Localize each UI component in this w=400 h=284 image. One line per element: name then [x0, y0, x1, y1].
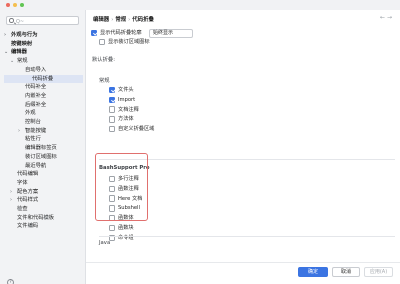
sidebar-item-label: 编辑器	[11, 49, 27, 56]
outline-mode-select[interactable]: 始终显示	[149, 28, 193, 38]
back-forward-arrows-icon[interactable]: ← →	[380, 14, 392, 21]
sidebar-item-label: 外观与行为	[11, 32, 38, 38]
help-button[interactable]: ?	[7, 279, 14, 284]
fold-option-checkbox[interactable]	[109, 106, 116, 113]
close-window-button[interactable]	[6, 3, 11, 8]
section-divider	[99, 236, 395, 237]
sidebar-item[interactable]: 字体	[10, 179, 28, 187]
sidebar-item[interactable]: › 配色方案	[10, 188, 38, 196]
sidebar-item[interactable]: 自动导入	[18, 66, 46, 74]
sidebar-item-label: 代码补全	[25, 84, 47, 91]
sidebar-item[interactable]: 文件编码 ⊟	[10, 222, 38, 230]
chevron-right-icon[interactable]: ›	[10, 196, 17, 204]
sidebar-item-label: 内嵌补全	[25, 92, 47, 99]
sidebar-item[interactable]: 装订区域图标	[18, 153, 57, 161]
fold-option-checkbox[interactable]	[109, 116, 116, 123]
fold-option-checkbox[interactable]	[109, 86, 116, 94]
sidebar-item-label: 常规	[17, 58, 28, 65]
sidebar-item[interactable]: 检查 ⊟	[10, 205, 28, 213]
settings-search-input[interactable]: Q~	[6, 16, 79, 25]
fold-option-checkbox[interactable]	[109, 96, 116, 103]
sidebar-item-label: 代码折叠	[32, 75, 54, 82]
sidebar-item-label: 最近导航	[25, 162, 47, 169]
breadcrumb-item[interactable]: 常规	[115, 17, 126, 23]
chevron-down-icon[interactable]: ⌄	[4, 48, 11, 56]
sidebar-item-label: 按键映射	[11, 40, 33, 47]
project-scope-icon: ⊟	[17, 206, 22, 212]
fold-option-checkbox[interactable]	[109, 224, 116, 232]
breadcrumb: 编辑器 › 常规 › 代码折叠	[93, 17, 154, 23]
project-scope-icon: ⊟	[28, 223, 33, 230]
breadcrumb-item: 代码折叠	[132, 17, 154, 23]
chevron-right-icon[interactable]: ›	[10, 188, 17, 196]
sidebar-item-label: 配色方案	[17, 188, 39, 195]
show-outline-checkbox[interactable]	[91, 29, 98, 37]
show-gutter-label: 显示装订区域图标	[108, 39, 150, 45]
apply-button[interactable]: 应用(A)	[364, 267, 393, 277]
cancel-button[interactable]: 取消	[332, 267, 360, 277]
show-gutter-checkbox[interactable]	[99, 38, 106, 46]
fold-option-label: 文档注释	[118, 106, 139, 113]
sidebar-item[interactable]: 代码折叠	[4, 74, 83, 83]
sidebar-item[interactable]: › 外观与行为	[4, 31, 38, 39]
settings-sidebar: Q~ › 外观与行为 按键映射 ⌄ 编辑器 ⌄ 常规 自动导入 代码折叠 代码补全 内嵌补全 后缀补全…	[0, 10, 86, 284]
sidebar-item-label: 控制台	[25, 119, 41, 125]
chevron-down-icon[interactable]: ⌄	[10, 57, 17, 65]
sidebar-item[interactable]: 内嵌补全	[18, 92, 46, 100]
sidebar-item-label: 字体	[17, 179, 28, 186]
footer-divider	[86, 262, 400, 263]
sidebar-item-label: 装订区域图标	[25, 153, 57, 160]
ok-button[interactable]: 确定	[298, 267, 328, 277]
fold-option-label: 命令组	[118, 234, 134, 241]
sidebar-item[interactable]: 粘性行	[18, 135, 41, 143]
sidebar-item-label: 智能按键	[25, 127, 47, 134]
zoom-window-button[interactable]	[20, 3, 25, 8]
sidebar-item-label: 代码样式	[17, 197, 39, 204]
fold-option-label: 函数块	[118, 225, 134, 231]
sidebar-item-label: 自动导入	[25, 66, 47, 73]
chevron-right-icon[interactable]: ›	[18, 127, 25, 135]
breadcrumb-item[interactable]: 编辑器	[93, 17, 109, 23]
title-bar	[0, 0, 400, 10]
general-section-title: 常规	[99, 78, 110, 84]
sidebar-item[interactable]: 外观	[18, 109, 36, 117]
sidebar-item[interactable]: 后缀补全	[18, 101, 46, 109]
minimize-window-button[interactable]	[13, 3, 18, 8]
fold-option-label: Import	[118, 96, 136, 103]
sidebar-item[interactable]: 文件和代码模板 ⊟	[10, 214, 54, 222]
sidebar-item[interactable]: › 代码样式	[10, 196, 38, 204]
sidebar-item[interactable]: 编辑器标签页	[18, 144, 57, 152]
java-section-title: Java	[99, 240, 111, 246]
search-icon	[9, 18, 14, 23]
sidebar-item-label: 粘性行	[25, 136, 41, 143]
sidebar-item[interactable]: 代码编辑	[10, 170, 38, 178]
chevron-right-icon[interactable]: ›	[4, 31, 11, 39]
fold-option-label: 方法体	[118, 116, 134, 123]
sidebar-item-label: 后缀补全	[25, 101, 47, 108]
sidebar-item[interactable]: 控制台	[18, 118, 41, 126]
settings-content: 编辑器 › 常规 › 代码折叠 ← → 显示代码折叠轮廓 始终显示 显示装订区域图标 默…	[87, 10, 400, 284]
sidebar-item[interactable]: › 智能按键	[18, 127, 46, 135]
sidebar-item[interactable]: ⌄ 编辑器	[4, 48, 27, 56]
sidebar-item-label: 外观	[25, 110, 36, 117]
sidebar-item[interactable]: 最近导航	[18, 162, 46, 170]
fold-option-label: 文件头	[118, 87, 134, 93]
fold-option-checkbox[interactable]	[109, 125, 116, 133]
bash-section-highlight	[95, 153, 148, 221]
sidebar-item[interactable]: 代码补全	[18, 83, 46, 91]
project-scope-icon: ⊟	[43, 214, 49, 221]
sidebar-item-label: 文件和代码模板	[17, 214, 55, 221]
sidebar-item-label: 代码编辑	[17, 171, 39, 178]
sidebar-item[interactable]: 按键映射	[4, 40, 32, 48]
fold-option-label: 自定义折叠区域	[118, 126, 155, 133]
fold-default-title: 默认折叠:	[92, 57, 115, 63]
sidebar-item[interactable]: ⌄ 常规	[10, 57, 28, 65]
show-outline-label: 显示代码折叠轮廓	[100, 30, 142, 36]
sidebar-item-label: 编辑器标签页	[25, 145, 57, 152]
